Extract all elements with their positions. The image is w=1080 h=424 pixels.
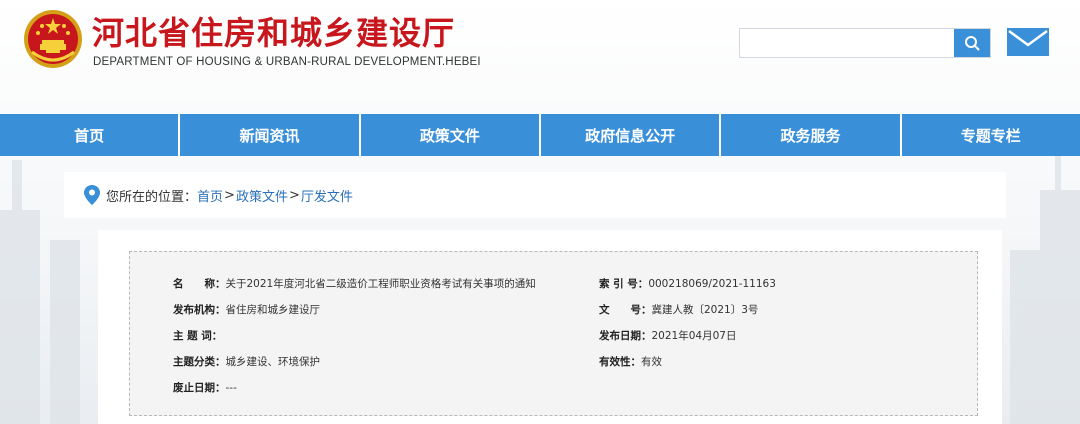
meta-date-label: 发布日期：	[599, 330, 652, 342]
breadcrumb-item-home[interactable]: 首页	[197, 186, 223, 205]
nav-item-gov-info[interactable]: 政府信息公开	[541, 114, 722, 156]
meta-docno-label: 文 号：	[599, 304, 652, 316]
nav-item-news[interactable]: 新闻资讯	[180, 114, 361, 156]
meta-expiry-label: 废止日期：	[173, 382, 226, 394]
meta-expiry-value: ---	[225, 382, 237, 394]
meta-validity-label: 有效性：	[599, 356, 641, 368]
meta-docno-value: 冀建人教〔2021〕3号	[651, 304, 759, 316]
meta-keywords-label: 主 题 词：	[173, 330, 223, 342]
meta-category-value: 城乡建设、环境保护	[225, 356, 321, 368]
meta-issuer-label: 发布机构：	[173, 304, 226, 316]
meta-index-value: 000218069/2021-11163	[648, 278, 776, 290]
location-pin-icon	[84, 185, 100, 205]
meta-date-row: 发布日期：2021年04月07日	[599, 328, 736, 343]
search-input[interactable]	[740, 29, 954, 57]
meta-category-row: 主题分类：城乡建设、环境保护	[173, 354, 320, 369]
search-icon	[965, 36, 980, 51]
meta-issuer-value: 省住房和城乡建设厅	[225, 304, 321, 316]
breadcrumb-item-dept-docs[interactable]: 厅发文件	[301, 186, 353, 205]
meta-category-label: 主题分类：	[173, 356, 226, 368]
meta-index-label: 索 引 号：	[599, 278, 649, 290]
nav-item-services[interactable]: 政务服务	[721, 114, 902, 156]
breadcrumb-prefix: 您所在的位置：	[106, 189, 198, 205]
nav-item-topics[interactable]: 专题专栏	[902, 114, 1080, 156]
document-meta-box: 名 称：关于2021年度河北省二级造价工程师职业资格考试有关事项的通知 索 引 …	[129, 251, 978, 416]
search-button[interactable]	[954, 29, 990, 57]
site-subtitle: DEPARTMENT OF HOUSING & URBAN-RURAL DEVE…	[93, 56, 481, 68]
meta-expiry-row: 废止日期：---	[173, 380, 237, 395]
meta-docno-row: 文 号：冀建人教〔2021〕3号	[599, 302, 758, 317]
meta-date-value: 2021年04月07日	[651, 330, 737, 342]
breadcrumb-item-policy[interactable]: 政策文件	[236, 186, 288, 205]
nav-item-policy[interactable]: 政策文件	[361, 114, 541, 156]
meta-name-label: 名 称：	[173, 278, 226, 290]
breadcrumb-separator: >	[224, 187, 235, 203]
site-header: 河北省住房和城乡建设厅 DEPARTMENT OF HOUSING & URBA…	[0, 0, 1080, 114]
main-nav: 首页 新闻资讯 政策文件 政府信息公开 政务服务 专题专栏	[0, 114, 1080, 156]
meta-validity-value: 有效	[641, 356, 662, 368]
search-box	[739, 28, 991, 58]
breadcrumb: 您所在的位置： 首页 > 政策文件 > 厅发文件	[64, 172, 1006, 218]
mail-icon	[1007, 28, 1049, 56]
meta-name-row: 名 称：关于2021年度河北省二级造价工程师职业资格考试有关事项的通知	[173, 276, 536, 291]
nav-item-home[interactable]: 首页	[0, 114, 181, 156]
meta-keywords-row: 主 题 词：	[173, 328, 222, 343]
mail-button[interactable]	[1006, 26, 1050, 58]
meta-validity-row: 有效性：有效	[599, 354, 662, 369]
content-panel: 名 称：关于2021年度河北省二级造价工程师职业资格考试有关事项的通知 索 引 …	[98, 230, 1002, 424]
breadcrumb-separator: >	[288, 187, 300, 203]
meta-index-row: 索 引 号：000218069/2021-11163	[599, 276, 776, 291]
national-emblem-icon	[24, 10, 82, 68]
site-title: 河北省住房和城乡建设厅	[92, 14, 456, 52]
meta-issuer-row: 发布机构：省住房和城乡建设厅	[173, 302, 320, 317]
meta-name-value: 关于2021年度河北省二级造价工程师职业资格考试有关事项的通知	[225, 278, 536, 290]
